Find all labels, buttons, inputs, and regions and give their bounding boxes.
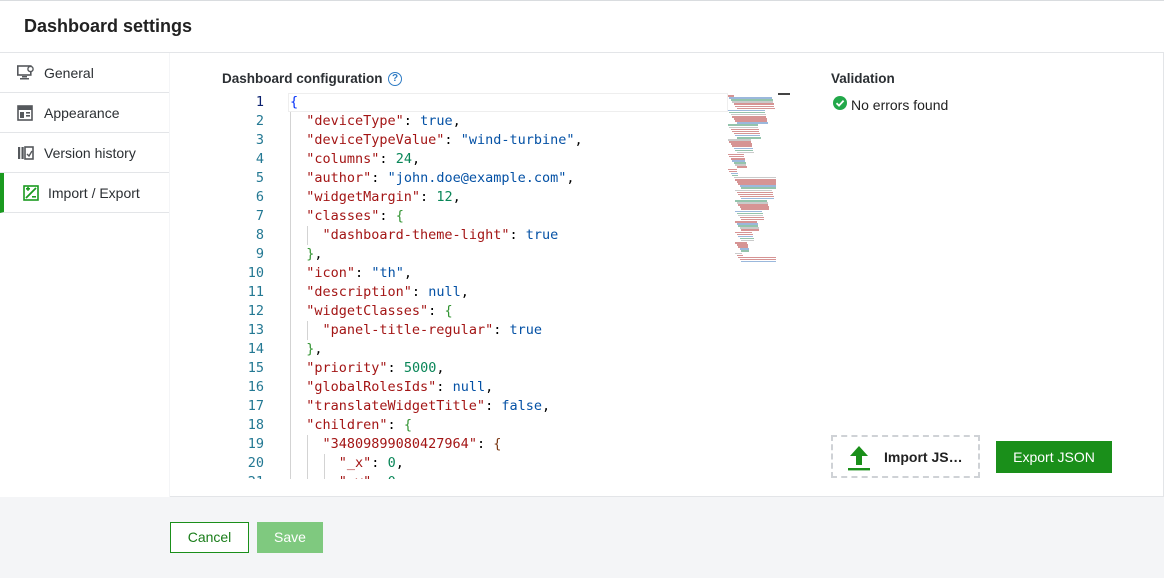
sidebar-item-label: General <box>44 65 94 81</box>
page-title: Dashboard settings <box>24 16 193 36</box>
page-header: Dashboard settings <box>0 0 1164 53</box>
indent-guide <box>307 435 308 479</box>
line-number: 13 <box>247 322 264 338</box>
code-line: }, <box>306 341 323 357</box>
question-circle-icon[interactable]: ? <box>388 72 402 86</box>
code-line: "_x": 0, <box>338 455 404 471</box>
code-line: "34809899080427964": { <box>322 436 502 452</box>
indent-guide <box>324 454 325 479</box>
editor-label: Dashboard configuration <box>222 71 383 86</box>
line-number: 1 <box>255 94 264 110</box>
line-number: 3 <box>255 132 264 148</box>
code-line: "globalRolesIds": null, <box>306 379 494 395</box>
line-number: 16 <box>247 379 264 395</box>
sidebar-item-label: Version history <box>44 145 136 161</box>
validation-title: Validation <box>831 71 895 86</box>
code-line: "columns": 24, <box>306 151 421 167</box>
layout-icon <box>17 105 33 121</box>
json-code-editor[interactable]: 1 2 3 4 5 6 7 8 9 10 11 12 13 14 15 16 1… <box>222 93 778 479</box>
indent-guide <box>307 226 308 245</box>
check-circle-icon <box>833 96 847 110</box>
line-number: 9 <box>255 246 264 262</box>
sidebar-item-version-history[interactable]: Version history <box>0 133 169 173</box>
import-export-icon <box>23 185 39 201</box>
line-number: 11 <box>247 284 264 300</box>
current-line-highlight <box>288 93 728 112</box>
code-line: "description": null, <box>306 284 469 300</box>
import-json-label: Import JSON <box>884 449 964 465</box>
code-line: "panel-title-regular": true <box>322 322 542 338</box>
line-number-gutter: 1 2 3 4 5 6 7 8 9 10 11 12 13 14 15 16 1… <box>222 93 266 479</box>
code-line: "widgetClasses": { <box>306 303 453 319</box>
line-number: 4 <box>255 151 264 167</box>
settings-sidebar: General Appearance Version history Impor… <box>0 53 170 578</box>
import-json-button[interactable]: Import JSON <box>831 435 980 478</box>
line-number: 10 <box>247 265 264 281</box>
line-number: 2 <box>255 113 264 129</box>
line-number: 6 <box>255 189 264 205</box>
history-icon <box>17 145 34 161</box>
sidebar-item-appearance[interactable]: Appearance <box>0 93 169 133</box>
code-line: "deviceTypeValue": "wind-turbine", <box>306 132 583 148</box>
code-line: "author": "john.doe@example.com", <box>306 170 575 186</box>
import-export-panel: Dashboard configuration ? 1 2 3 4 5 6 7 … <box>170 53 1164 497</box>
sidebar-item-label: Import / Export <box>48 185 140 201</box>
line-number: 21 <box>222 473 264 479</box>
code-line: "priority": 5000, <box>306 360 445 376</box>
code-line: "translateWidgetTitle": false, <box>306 398 551 414</box>
line-number: 18 <box>247 417 264 433</box>
minimap-line <box>741 250 749 252</box>
validation-message: No errors found <box>851 97 949 113</box>
monitor-gear-icon <box>17 65 34 81</box>
save-button: Save <box>257 522 323 553</box>
sidebar-item-general[interactable]: General <box>0 53 169 93</box>
cancel-button[interactable]: Cancel <box>170 522 249 553</box>
code-line: "children": { <box>306 417 412 433</box>
indent-guide <box>290 112 291 479</box>
line-number: 7 <box>255 208 264 224</box>
code-line: "icon": "th", <box>306 265 412 281</box>
line-number: 8 <box>255 227 264 243</box>
sidebar-item-import-export[interactable]: Import / Export <box>0 173 169 213</box>
sidebar-item-label: Appearance <box>44 105 120 121</box>
export-json-button[interactable]: Export JSON <box>996 441 1112 473</box>
code-line: "widgetMargin": 12, <box>306 189 461 205</box>
upload-arrow-icon <box>847 445 871 471</box>
code-line: "dashboard-theme-light": true <box>322 227 559 243</box>
line-number: 20 <box>247 455 264 471</box>
line-number: 5 <box>255 170 264 186</box>
minimap-line <box>741 260 776 263</box>
line-number: 19 <box>247 436 264 452</box>
code-line: { <box>290 94 299 110</box>
code-line: "_y": 0, <box>339 473 404 479</box>
code-line: "classes": { <box>306 208 404 224</box>
line-number: 15 <box>247 360 264 376</box>
line-number: 17 <box>247 398 264 414</box>
minimap-line <box>736 166 747 168</box>
line-number: 12 <box>247 303 264 319</box>
editor-minimap[interactable] <box>726 93 778 263</box>
code-line: }, <box>306 246 323 262</box>
line-number: 14 <box>247 341 264 357</box>
editor-scrollbar[interactable] <box>778 93 790 95</box>
indent-guide <box>307 321 308 340</box>
code-line: "deviceType": true, <box>306 113 461 129</box>
sidebar-background <box>0 213 169 497</box>
